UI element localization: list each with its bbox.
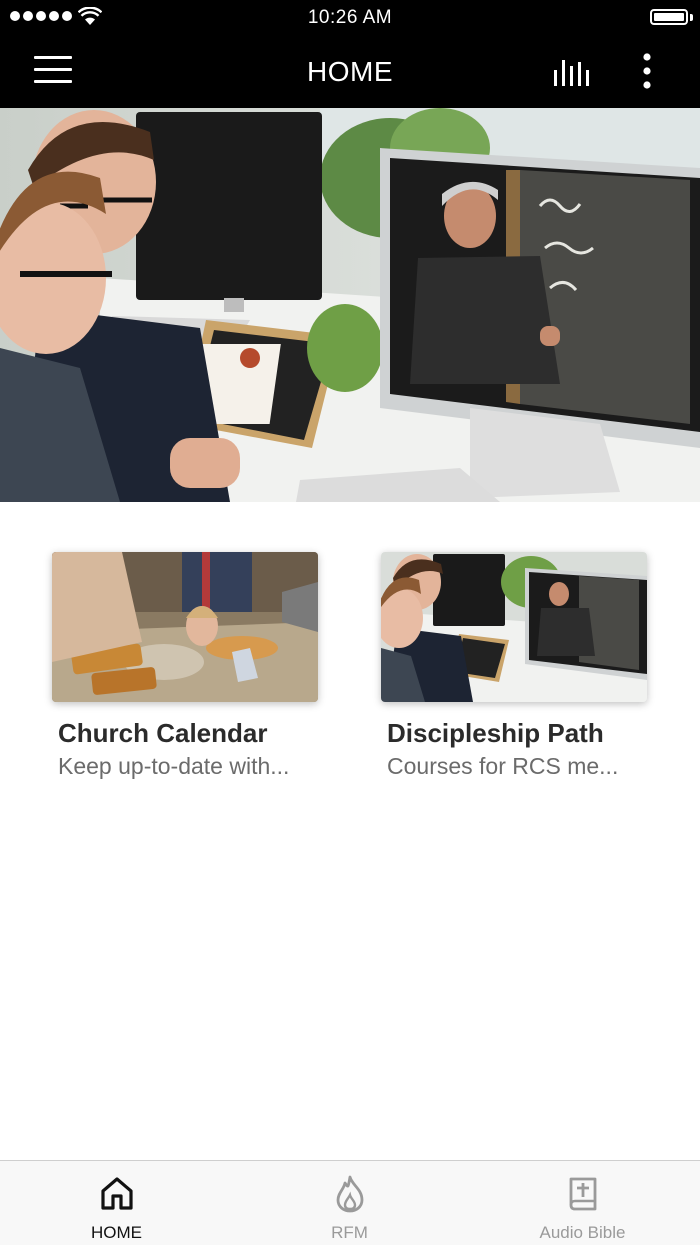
home-icon: [100, 1177, 133, 1210]
card-subtitle: Courses for RCS me...: [387, 753, 619, 779]
card-subtitle: Keep up-to-date with...: [58, 753, 290, 779]
card-title: Church Calendar: [58, 718, 268, 748]
more-vertical-icon[interactable]: [634, 52, 660, 92]
bible-icon: [569, 1177, 596, 1211]
card-church-calendar[interactable]: Church Calendar Keep up-to-date with...: [52, 552, 318, 780]
family-meal-photo: [52, 552, 318, 702]
flame-icon: [336, 1175, 363, 1213]
hero-banner[interactable]: [0, 108, 700, 502]
men-watching-lecture-on-computer-photo: [381, 552, 647, 702]
status-bar: 10:26 AM: [0, 0, 700, 36]
tab-label: RFM: [331, 1223, 368, 1242]
audio-bars-icon[interactable]: [550, 56, 594, 90]
tab-audio-bible[interactable]: Audio Bible: [466, 1161, 699, 1245]
tab-home[interactable]: HOME: [0, 1161, 233, 1245]
tab-label: HOME: [91, 1223, 142, 1242]
tab-label: Audio Bible: [539, 1223, 626, 1242]
card-discipleship-path[interactable]: Discipleship Path Courses for RCS me...: [381, 552, 647, 780]
tab-bar: HOME RFM Audio Bible: [0, 1160, 700, 1245]
card-title: Discipleship Path: [387, 718, 604, 748]
card-thumbnail: [381, 552, 647, 702]
battery-icon: [650, 9, 688, 25]
card-thumbnail: [52, 552, 318, 702]
page-title: HOME: [307, 56, 393, 87]
navigation-bar: HOME: [0, 36, 700, 108]
hamburger-menu-icon[interactable]: [34, 56, 72, 86]
status-time: 10:26 AM: [307, 7, 393, 28]
men-watching-lecture-on-computer-photo: [0, 108, 700, 502]
tab-rfm[interactable]: RFM: [233, 1161, 466, 1245]
